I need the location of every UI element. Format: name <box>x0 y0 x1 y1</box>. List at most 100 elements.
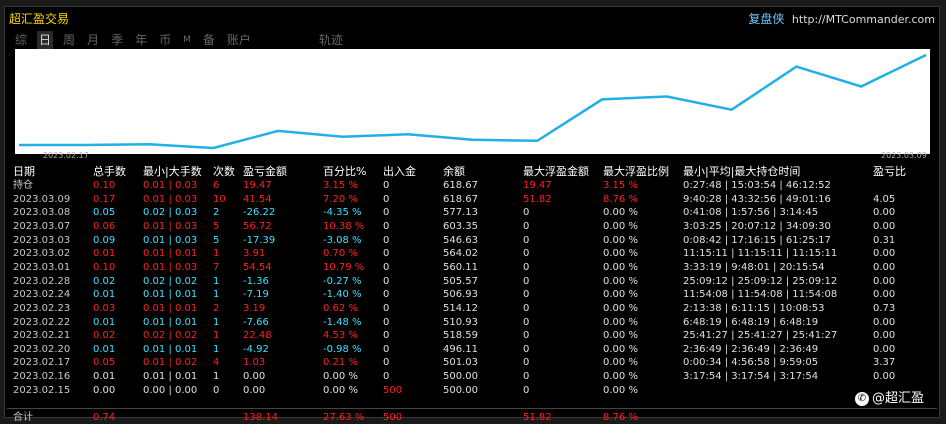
cell-ratio: 3.37 <box>873 357 896 369</box>
cell-lots: 0.01 <box>93 316 116 328</box>
total-label: 合计 <box>13 412 33 423</box>
cell-pnl: -7.19 <box>243 289 269 301</box>
cell-mfe: 51.82 <box>523 193 552 205</box>
cell-date: 2023.02.23 <box>13 302 71 314</box>
cell-lots: 0.10 <box>93 261 116 273</box>
cell-minmax: 0.02 | 0.02 <box>143 275 198 287</box>
cell-minmax: 0.01 | 0.03 <box>143 220 198 232</box>
cell-mfep: 0.00 % <box>603 330 638 342</box>
cell-bal: 618.67 <box>443 193 478 205</box>
cell-mfe: 0 <box>523 316 530 328</box>
cell-pct: 7.20 % <box>323 193 358 205</box>
cell-pnl: 56.72 <box>243 220 272 232</box>
tab-currency[interactable]: 币 <box>157 31 173 49</box>
cell-ratio: 0.00 <box>873 289 896 301</box>
cell-minmax: 0.01 | 0.01 <box>143 343 198 355</box>
cell-io: 0 <box>383 261 390 273</box>
cell-io: 0 <box>383 343 390 355</box>
cell-minmax: 0.01 | 0.01 <box>143 289 198 301</box>
watermark-text: @超汇盈 <box>872 391 925 406</box>
table-row: 2023.02.20 0.01 0.01 | 0.01 1 -4.92 -0.98 % 0 4… <box>7 343 937 356</box>
tab-summary[interactable]: 综 <box>13 31 29 49</box>
tab-day[interactable]: 日 <box>37 31 54 49</box>
cell-lots: 0.01 <box>93 371 116 383</box>
cell-minmax: 0.02 | 0.03 <box>143 207 198 219</box>
cell-mfep: 0.00 % <box>603 234 638 246</box>
cell-count: 10 <box>213 193 226 205</box>
cell-date: 2023.03.07 <box>13 220 71 232</box>
balance-chart <box>15 49 930 154</box>
cell-bal: 577.13 <box>443 207 478 219</box>
cell-bal: 496.11 <box>443 343 478 355</box>
balance-line <box>19 53 927 150</box>
header-mfe: 最大浮盈金额 <box>523 165 589 178</box>
tab-account[interactable]: 账户 <box>225 31 253 49</box>
cell-minmax: 0.01 | 0.01 <box>143 248 198 260</box>
cell-bal: 514.12 <box>443 302 478 314</box>
cell-date: 2023.02.24 <box>13 289 71 301</box>
cell-time: 0:08:42 | 17:16:15 | 61:25:17 <box>683 234 831 246</box>
header-pnl: 盈亏金额 <box>243 165 287 178</box>
table-row: 2023.02.17 0.05 0.01 | 0.02 4 1.03 0.21 % 0 501… <box>7 356 937 369</box>
cell-io: 0 <box>383 180 390 191</box>
balance-chart-svg <box>19 53 927 150</box>
cell-mfep: 0.00 % <box>603 248 638 260</box>
cell-mfe: 0 <box>523 234 530 246</box>
cell-minmax: 0.01 | 0.03 <box>143 180 198 191</box>
table-row: 2023.02.28 0.02 0.02 | 0.02 1 -1.36 -0.27 % 0 5… <box>7 275 937 288</box>
tab-month[interactable]: 月 <box>85 31 101 49</box>
cell-minmax: 0.02 | 0.02 <box>143 330 198 342</box>
tab-m[interactable]: M <box>181 31 193 49</box>
brand-name: 复盘侠 <box>748 12 785 26</box>
header-bal: 余额 <box>443 165 465 178</box>
tab-year[interactable]: 年 <box>133 31 149 49</box>
cell-date: 2023.02.20 <box>13 343 71 355</box>
cell-time: 0:27:48 | 15:03:54 | 46:12:52 <box>683 180 831 191</box>
tab-trajectory[interactable]: 轨迹 <box>317 31 345 49</box>
cell-pct: 0.00 % <box>323 371 358 383</box>
cell-count: 1 <box>213 275 220 287</box>
cell-pct: 10.79 % <box>323 261 365 273</box>
cell-pct: -1.48 % <box>323 316 362 328</box>
cell-count: 0 <box>213 384 220 396</box>
cell-bal: 518.59 <box>443 330 478 342</box>
total-mfe: 51.82 <box>523 412 552 423</box>
cell-count: 1 <box>213 316 220 328</box>
cell-bal: 505.57 <box>443 275 478 287</box>
x-tick-last: 2023.03.09 <box>881 151 927 160</box>
cell-minmax: 0.01 | 0.02 <box>143 357 198 369</box>
cell-mfe: 0 <box>523 371 530 383</box>
tab-week[interactable]: 周 <box>61 31 77 49</box>
cell-date: 2023.03.08 <box>13 207 71 219</box>
cell-minmax: 0.01 | 0.01 <box>143 316 198 328</box>
cell-pct: -0.98 % <box>323 343 362 355</box>
cell-lots: 0.00 <box>93 384 116 396</box>
cell-ratio: 0.31 <box>873 234 896 246</box>
cell-io: 0 <box>383 357 390 369</box>
cell-pnl: 0.00 <box>243 371 266 383</box>
tab-quarter[interactable]: 季 <box>109 31 125 49</box>
watermark: ✆ @超汇盈 <box>855 387 924 406</box>
weibo-icon: ✆ <box>855 391 869 406</box>
cell-count: 4 <box>213 357 220 369</box>
total-lots: 0.74 <box>93 412 116 423</box>
cell-date: 2023.03.01 <box>13 261 71 273</box>
header-lots: 总手数 <box>93 165 126 178</box>
cell-lots: 0.09 <box>93 234 116 246</box>
brand[interactable]: 复盘侠 http://MTCommander.com <box>748 10 935 27</box>
cell-minmax: 0.01 | 0.01 <box>143 371 198 383</box>
cell-mfe: 0 <box>523 357 530 369</box>
cell-mfep: 0.00 % <box>603 261 638 273</box>
cell-ratio: 0.00 <box>873 275 896 287</box>
cell-mfep: 0.00 % <box>603 357 638 369</box>
cell-minmax: 0.01 | 0.01 <box>143 302 198 314</box>
table-row: 2023.02.24 0.01 0.01 | 0.01 1 -7.19 -1.40 % 0 5… <box>7 288 937 301</box>
cell-bal: 564.02 <box>443 248 478 260</box>
cell-bal: 500.00 <box>443 371 478 383</box>
brand-url[interactable]: http://MTCommander.com <box>792 13 935 26</box>
cell-time: 6:48:19 | 6:48:19 | 6:48:19 <box>683 316 819 328</box>
cell-mfe: 0 <box>523 248 530 260</box>
cell-lots: 0.01 <box>93 248 116 260</box>
tab-note[interactable]: 备 <box>201 31 217 49</box>
cell-lots: 0.06 <box>93 220 116 232</box>
